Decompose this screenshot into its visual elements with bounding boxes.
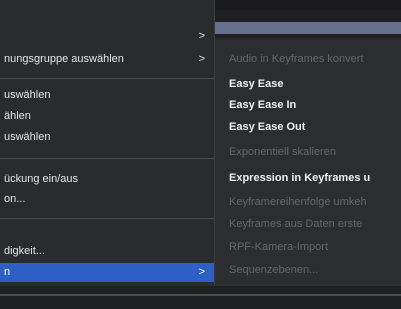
menu-item-label: on... bbox=[4, 193, 26, 205]
menu-separator bbox=[0, 218, 214, 219]
bottom-panel bbox=[0, 286, 401, 309]
menu-item-0[interactable]: > bbox=[0, 27, 214, 45]
menu-item-select-3[interactable]: uswählen bbox=[0, 128, 214, 146]
submenu-item-reverse-keyframes[interactable]: Keyframereihenfolge umkeh bbox=[215, 193, 401, 211]
submenu-item-label: Exponentiell skalieren bbox=[229, 146, 337, 158]
submenu-item-label: Keyframes aus Daten erste bbox=[229, 218, 363, 230]
menu-item-label: digkeit... bbox=[4, 245, 45, 257]
submenu-item-rpf-camera-import[interactable]: RPF-Kamera-Import bbox=[215, 238, 401, 256]
menu-item-label: nungsgruppe auswählen bbox=[4, 53, 124, 65]
submenu-item-label: Keyframereihenfolge umkeh bbox=[229, 196, 367, 208]
chevron-right-icon: > bbox=[198, 53, 205, 65]
chevron-right-icon: > bbox=[198, 30, 205, 42]
context-menu: > nungsgruppe auswählen > uswählen ählen… bbox=[0, 0, 215, 286]
menu-item-label: n bbox=[4, 266, 11, 278]
submenu-item-label: Audio in Keyframes konvert bbox=[229, 53, 364, 65]
menu-item-select-group[interactable]: nungsgruppe auswählen > bbox=[0, 50, 214, 68]
menu-item-select-2[interactable]: ählen bbox=[0, 107, 214, 125]
menu-item-toggle[interactable]: ückung ein/aus bbox=[0, 170, 214, 188]
submenu-item-keyframes-from-data[interactable]: Keyframes aus Daten erste bbox=[215, 215, 401, 233]
menu-separator bbox=[0, 158, 214, 159]
submenu-item-easy-ease-in[interactable]: Easy Ease In bbox=[215, 96, 401, 114]
menu-item-label: ählen bbox=[4, 110, 31, 122]
divider bbox=[0, 294, 401, 296]
submenu: Audio in Keyframes konvert Easy Ease Eas… bbox=[215, 38, 401, 288]
timeline-header bbox=[215, 10, 401, 38]
timeline-bar bbox=[215, 22, 401, 34]
screenshot-stage: > nungsgruppe auswählen > uswählen ählen… bbox=[0, 0, 401, 309]
submenu-item-easy-ease[interactable]: Easy Ease bbox=[215, 75, 401, 93]
chevron-right-icon: > bbox=[198, 266, 205, 278]
submenu-item-sequence-layers[interactable]: Sequenzebenen... bbox=[215, 261, 401, 279]
menu-item-speed[interactable]: digkeit... bbox=[0, 242, 214, 260]
submenu-item-label: Easy Ease Out bbox=[229, 121, 306, 133]
submenu-item-easy-ease-out[interactable]: Easy Ease Out bbox=[215, 118, 401, 136]
submenu-item-label: Easy Ease bbox=[229, 78, 284, 90]
submenu-item-label: RPF-Kamera-Import bbox=[229, 241, 329, 253]
menu-item-label: uswählen bbox=[4, 89, 51, 101]
menu-item-select-1[interactable]: uswählen bbox=[0, 86, 214, 104]
submenu-item-label: Easy Ease In bbox=[229, 99, 297, 111]
submenu-item-expression-to-keyframes[interactable]: Expression in Keyframes u bbox=[215, 169, 401, 187]
submenu-item-label: Expression in Keyframes u bbox=[229, 172, 371, 184]
submenu-item-label: Sequenzebenen... bbox=[229, 264, 319, 276]
menu-item-keyframe-assistant[interactable]: n > bbox=[0, 263, 214, 282]
submenu-item-exponential-scale[interactable]: Exponentiell skalieren bbox=[215, 143, 401, 161]
menu-separator bbox=[0, 78, 214, 79]
menu-item-option[interactable]: on... bbox=[0, 190, 214, 208]
submenu-item-audio-to-keyframes[interactable]: Audio in Keyframes konvert bbox=[215, 50, 401, 68]
menu-item-label: uswählen bbox=[4, 131, 51, 143]
menu-item-label: ückung ein/aus bbox=[4, 173, 78, 185]
